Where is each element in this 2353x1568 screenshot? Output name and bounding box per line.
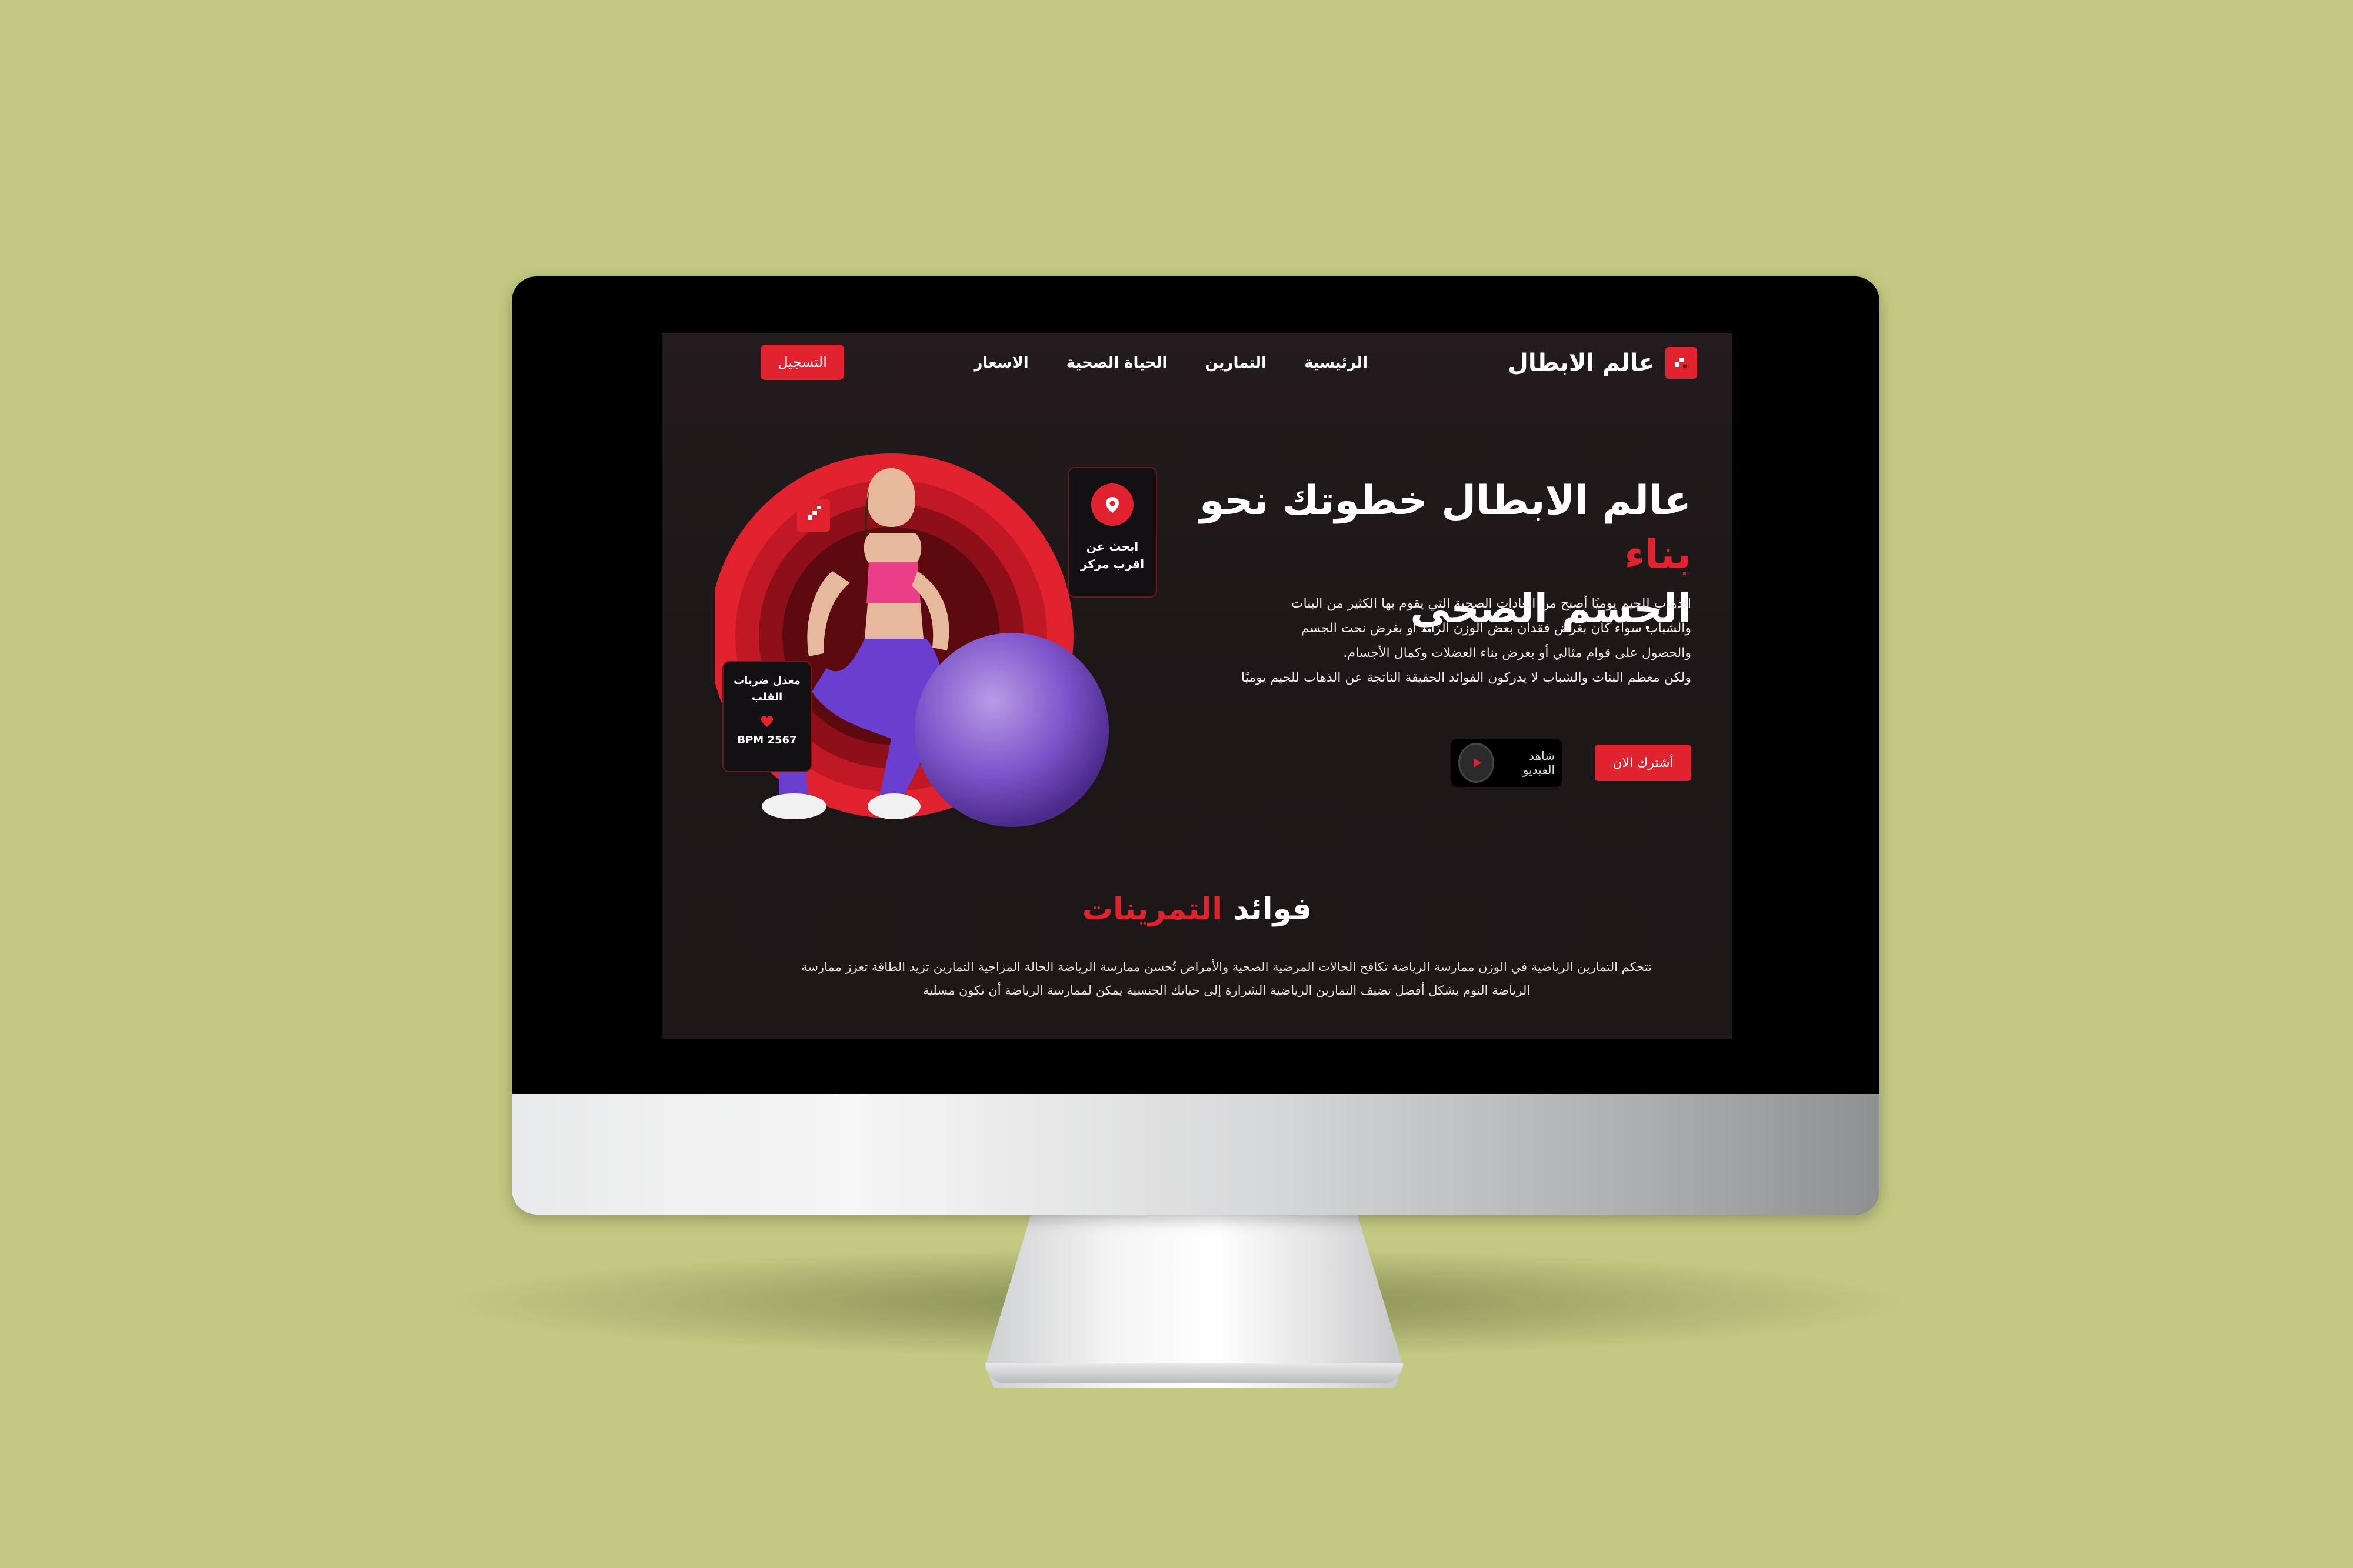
heart-rate-card: معدل ضربات القلب BPM 2567 <box>722 661 812 772</box>
subscribe-button[interactable]: أشترك الان <box>1595 745 1691 781</box>
monitor-stand <box>985 1200 1403 1388</box>
nav-item-exercises[interactable]: التمارين <box>1205 354 1267 372</box>
logo-icon <box>1665 347 1697 379</box>
nav-item-home[interactable]: الرئيسية <box>1304 354 1368 372</box>
location-pin-icon <box>1091 483 1134 526</box>
find-center-line2: اقرب مركز <box>1080 557 1145 571</box>
monitor: عالم الابطال الرئيسية التمارين الحياة ال… <box>512 276 1879 1215</box>
shoe-left <box>762 793 826 819</box>
website-screen: عالم الابطال الرئيسية التمارين الحياة ال… <box>662 333 1732 1039</box>
fitness-ball <box>915 633 1109 827</box>
heart-rate-value: BPM 2567 <box>737 734 797 746</box>
brand-name: عالم الابطال <box>1508 349 1655 376</box>
heart-rate-line2: القلب <box>751 691 783 703</box>
heart-icon <box>724 714 811 730</box>
monitor-chin <box>512 1094 1879 1215</box>
play-icon <box>1458 743 1495 783</box>
shoe-right <box>868 793 921 819</box>
hero-title-highlight: بناء <box>1624 532 1691 578</box>
hero-paragraph: الذهاب للجيم يوميًا أصبح من العادات الصح… <box>1241 596 1691 685</box>
site-logo[interactable]: عالم الابطال <box>1508 347 1697 379</box>
woman-head <box>867 468 915 527</box>
benefits-text: تتحكم التمارين الرياضية في الوزن ممارسة … <box>801 960 1652 997</box>
heart-rate-line1: معدل ضربات <box>734 675 801 687</box>
main-nav: الرئيسية التمارين الحياة الصحية الاسعار <box>974 354 1368 372</box>
nav-item-healthy-life[interactable]: الحياة الصحية <box>1066 354 1168 372</box>
benefits-title-highlight: التمرينات <box>1082 892 1223 927</box>
watch-video-label: شاهد الفيديو <box>1522 749 1555 777</box>
register-button[interactable]: التسجيل <box>761 345 844 380</box>
nav-item-prices[interactable]: الاسعار <box>974 354 1028 372</box>
find-center-card[interactable]: ابحث عن اقرب مركز <box>1068 467 1157 598</box>
find-center-line1: ابحث عن <box>1086 539 1139 553</box>
woman-top <box>866 562 921 603</box>
benefits-title: فوائد التمرينات <box>1082 892 1312 927</box>
dumbbell-badge-icon <box>797 499 830 532</box>
monitor-stand-base <box>985 1363 1403 1383</box>
watch-video-button[interactable]: شاهد الفيديو <box>1451 739 1562 787</box>
